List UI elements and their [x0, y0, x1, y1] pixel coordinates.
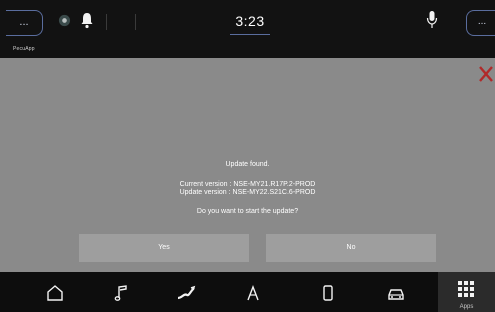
- top-bar: ... 3:23 ...: [0, 0, 495, 42]
- no-button[interactable]: No: [266, 234, 436, 262]
- apps-grid-icon: [458, 281, 474, 297]
- apps-button[interactable]: Apps: [438, 272, 495, 312]
- dialog-title: Update found.: [225, 161, 270, 168]
- a-icon[interactable]: [243, 283, 263, 303]
- left-panel-button[interactable]: ...: [6, 10, 43, 36]
- music-note-icon[interactable]: [111, 283, 131, 303]
- clock-underline: [230, 34, 270, 35]
- right-panel-button[interactable]: ...: [466, 10, 495, 36]
- camera-icon[interactable]: [58, 14, 71, 27]
- yes-button[interactable]: Yes: [79, 234, 249, 262]
- bottom-nav-bar: Apps: [0, 272, 495, 312]
- update-version-text: Update version : NSE-MY22.S21C.6-PROD: [179, 189, 316, 196]
- status-separator: [106, 14, 107, 30]
- bell-icon[interactable]: [80, 11, 94, 29]
- update-dialog: Update found. Current version : NSE-MY21…: [0, 58, 495, 272]
- phone-icon[interactable]: [318, 283, 338, 303]
- navigation-icon[interactable]: [176, 283, 196, 303]
- status-bar: ... 3:23 ... PecuApp: [0, 0, 495, 58]
- status-separator: [135, 14, 136, 30]
- app-label: PecuApp: [13, 46, 35, 52]
- car-icon[interactable]: [386, 283, 406, 303]
- microphone-icon[interactable]: [425, 10, 439, 30]
- clock[interactable]: 3:23: [222, 10, 278, 32]
- close-icon[interactable]: [478, 65, 494, 83]
- apps-label: Apps: [459, 304, 474, 310]
- dialog-question: Do you want to start the update?: [196, 208, 299, 215]
- home-icon[interactable]: [45, 283, 65, 303]
